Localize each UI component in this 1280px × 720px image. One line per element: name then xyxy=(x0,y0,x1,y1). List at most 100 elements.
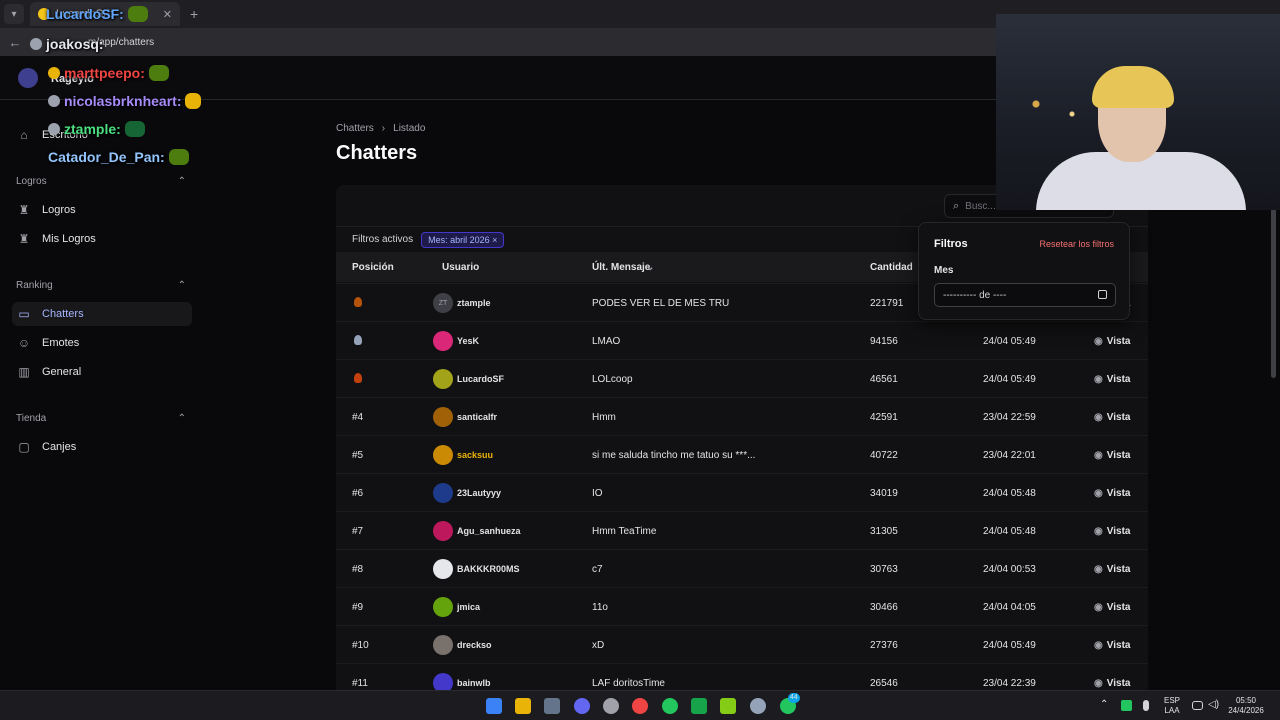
view-button[interactable]: ◉Vista xyxy=(1094,602,1130,613)
start-windows-icon[interactable] xyxy=(486,698,502,714)
tab-close-icon[interactable]: ✕ xyxy=(163,8,172,21)
sort-chevron-icon[interactable]: ⌄ xyxy=(646,262,654,273)
column-header-last-message[interactable]: Últ. Mensaje xyxy=(592,262,650,273)
view-button[interactable]: ◉Vista xyxy=(1094,450,1130,461)
view-button[interactable]: ◉Vista xyxy=(1094,526,1130,537)
obs-icon[interactable] xyxy=(603,698,619,714)
cell-position: #7 xyxy=(352,526,364,537)
view-button[interactable]: ◉Vista xyxy=(1094,564,1130,575)
cell-username[interactable]: drecksо xyxy=(457,640,492,650)
view-button[interactable]: ◉Vista xyxy=(1094,488,1130,499)
table-row[interactable]: #4 santicalfr Hmm 42591 23/04 22:59 ◉ Vista xyxy=(336,397,1148,435)
table-row[interactable]: #7 Agu_sanhueza Hmm TeaTime 31305 24/04 05:4… xyxy=(336,511,1148,549)
cell-username[interactable]: Agu_sanhueza xyxy=(457,526,521,536)
emote-icon xyxy=(124,121,145,137)
view-button[interactable]: ◉Vista xyxy=(1094,336,1130,347)
tray-shield-icon[interactable] xyxy=(1121,700,1132,711)
back-icon[interactable]: ← xyxy=(4,35,26,50)
cell-date: 23/04 22:39 xyxy=(983,678,1036,689)
table-row[interactable]: #10 drecksо xD 27376 24/04 05:49 ◉ Vista xyxy=(336,625,1148,663)
sidebar-item-emotes[interactable]: ☺ Emotes xyxy=(12,331,192,355)
month-field-value: ---------- de ---- xyxy=(943,289,1007,301)
chat-line: joakosq: xyxy=(30,36,104,52)
file-explorer-icon[interactable] xyxy=(515,698,531,714)
kick-icon[interactable] xyxy=(691,698,707,714)
tray-chevron-up-icon[interactable]: ⌃ xyxy=(1100,700,1108,710)
view-label: Vista xyxy=(1106,602,1131,613)
medal-icon xyxy=(354,297,362,307)
cell-last-message: Hmm TeaTime xyxy=(592,526,657,537)
emote-icon xyxy=(185,93,202,109)
section-title: Ranking xyxy=(16,280,53,291)
view-button[interactable]: ◉Vista xyxy=(1094,678,1130,689)
cell-username[interactable]: bainwlb xyxy=(457,678,491,688)
cell-count: 30466 xyxy=(870,602,898,613)
new-tab-icon[interactable]: + xyxy=(190,6,198,22)
cell-last-message: si me saluda tincho me tatuo su ***... xyxy=(592,450,756,461)
tab-list-chevron-icon[interactable]: ▾ xyxy=(4,4,24,24)
app-icon[interactable] xyxy=(750,698,766,714)
avatar xyxy=(433,635,453,655)
filter-chip-month[interactable]: Mes: abril 2026 × xyxy=(421,231,505,248)
chat-username: Catador_De_Pan: xyxy=(48,149,165,165)
microphone-icon[interactable] xyxy=(1143,700,1149,711)
column-header-position[interactable]: Posición xyxy=(352,262,394,273)
spotify-icon[interactable] xyxy=(662,698,678,714)
clock[interactable]: 05:50 24/4/2026 xyxy=(1226,696,1266,716)
cell-count: 46561 xyxy=(870,374,898,385)
cell-username[interactable]: 23Lautyyy xyxy=(457,488,501,498)
network-icon[interactable] xyxy=(1192,701,1203,710)
table-row[interactable]: LucardoSF LOLcoop 46561 24/04 05:49 ◉ Vista xyxy=(336,359,1148,397)
cell-username[interactable]: LucardoSF xyxy=(457,374,504,384)
avatar xyxy=(433,445,453,465)
sidebar-item-mis-logros[interactable]: ♜ Mis Logros xyxy=(12,227,192,251)
sidebar-item-canjes[interactable]: ▢ Canjes xyxy=(12,435,192,459)
avatar[interactable] xyxy=(18,68,38,88)
screen: ▾ LucardoSF: ✕ + ← → m/app/chatters Rage… xyxy=(0,0,1280,720)
active-filters-label: Filtros activos xyxy=(352,234,414,245)
view-button[interactable]: ◉Vista xyxy=(1094,374,1130,385)
cell-username[interactable]: YesK xyxy=(457,336,479,346)
language-indicator[interactable]: ESP LAA xyxy=(1160,696,1184,716)
sidebar-section-tienda[interactable]: Tienda ⌃ xyxy=(16,413,186,424)
chat-username: ztample: xyxy=(64,121,121,137)
table-row[interactable]: #5 sacksuu si me saluda tincho me tatuo su… xyxy=(336,435,1148,473)
table-row[interactable]: #9 jmica 11o 30466 24/04 04:05 ◉ Vista xyxy=(336,587,1148,625)
month-field[interactable]: ---------- de ---- xyxy=(934,283,1116,307)
table-row[interactable]: #8 BAKKKR00MS c7 30763 24/04 00:53 ◉ Vista xyxy=(336,549,1148,587)
view-button[interactable]: ◉Vista xyxy=(1094,640,1130,651)
page-scrollbar[interactable] xyxy=(1271,208,1276,378)
chat-line: Catador_De_Pan: xyxy=(48,149,189,165)
cell-username[interactable]: jmica xyxy=(457,602,480,612)
reset-filters-button[interactable]: Resetear los filtros xyxy=(1039,239,1114,249)
table-row[interactable]: YesK LMAO 94156 24/04 05:49 ◉ Vista xyxy=(336,321,1148,359)
steam-icon[interactable] xyxy=(544,698,560,714)
breadcrumb-chatters[interactable]: Chatters xyxy=(336,123,374,134)
cell-position: #8 xyxy=(352,564,364,575)
sidebar-section-logros[interactable]: Logros ⌃ xyxy=(16,176,186,187)
calendar-icon[interactable] xyxy=(1098,290,1107,299)
sidebar-item-chatters[interactable]: ▭ Chatters xyxy=(12,302,192,326)
cell-username[interactable]: sacksuu xyxy=(457,450,493,460)
minecraft-icon[interactable] xyxy=(720,698,736,714)
chat-username: nicolasbrknheart: xyxy=(64,93,182,109)
cell-username[interactable]: santicalfr xyxy=(457,412,497,422)
breadcrumb: Chatters › Listado xyxy=(336,123,425,134)
volume-icon[interactable]: ◁) xyxy=(1208,700,1219,710)
medal-icon xyxy=(354,335,362,345)
column-header-count[interactable]: Cantidad xyxy=(870,262,913,273)
sidebar-item-logros[interactable]: ♜ Logros xyxy=(12,198,192,222)
sidebar-section-ranking[interactable]: Ranking ⌃ xyxy=(16,280,186,291)
view-label: Vista xyxy=(1106,640,1131,651)
table-row[interactable]: #6 23Lautyyy IO 34019 24/04 05:48 ◉ Vista xyxy=(336,473,1148,511)
sidebar-item-general[interactable]: ▥ General xyxy=(12,360,192,384)
sidebar-item-label: General xyxy=(42,366,82,378)
view-button[interactable]: ◉Vista xyxy=(1094,412,1130,423)
cell-username[interactable]: ztample xyxy=(457,298,491,308)
chat-line: marttpeepo: xyxy=(48,65,169,81)
cell-last-message: c7 xyxy=(592,564,603,575)
cell-username[interactable]: BAKKKR00MS xyxy=(457,564,520,574)
column-header-user[interactable]: Usuario xyxy=(442,262,479,273)
chrome-icon[interactable] xyxy=(632,698,648,714)
discord-icon[interactable] xyxy=(574,698,590,714)
